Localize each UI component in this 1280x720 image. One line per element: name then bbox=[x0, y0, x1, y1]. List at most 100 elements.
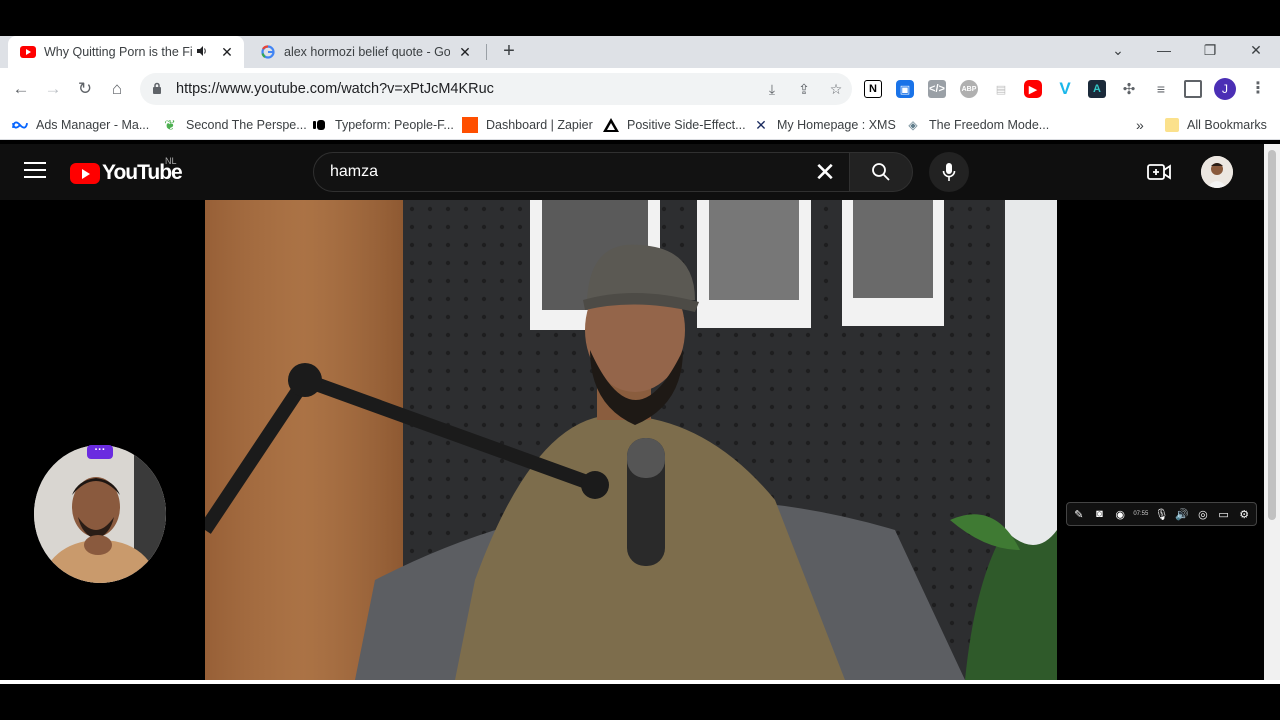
search-box[interactable]: hamza ✕ bbox=[313, 152, 850, 192]
close-tab-icon[interactable]: ✕ bbox=[218, 44, 236, 61]
account-avatar[interactable] bbox=[1201, 156, 1233, 188]
tab-youtube-video[interactable]: Why Quitting Porn is the First ✕ bbox=[8, 36, 244, 68]
search-button[interactable] bbox=[849, 152, 913, 192]
tab-google-search[interactable]: alex hormozi belief quote - Google ✕ bbox=[250, 36, 482, 68]
microphone-icon[interactable]: 🎙 bbox=[1153, 508, 1171, 521]
bookmark-xms-homepage[interactable]: ✕ My Homepage : XMS bbox=[753, 116, 896, 134]
volume-icon[interactable]: 🔊 bbox=[1173, 508, 1191, 521]
bookmarks-overflow-icon[interactable]: » bbox=[1136, 116, 1144, 134]
video-scene bbox=[205, 200, 1057, 680]
youtube-play-icon bbox=[70, 162, 100, 184]
recorder-toolbar: ✎ ◙ ◉ 07:55 🎙 🔊 ◎ ▭ ⚙ bbox=[1066, 502, 1257, 526]
create-video-icon[interactable] bbox=[1146, 160, 1172, 184]
url-text: https://www.youtube.com/watch?v=xPtJcM4K… bbox=[176, 81, 494, 97]
webcam-bubble[interactable] bbox=[34, 445, 166, 583]
home-icon[interactable]: ⌂ bbox=[105, 77, 129, 101]
bookmarks-bar: Ads Manager - Ma... ❦ Second The Perspe.… bbox=[0, 110, 1280, 140]
country-code: NL bbox=[165, 156, 177, 166]
bookmark-positive-side-effects[interactable]: Positive Side-Effect... bbox=[603, 116, 746, 134]
bookmark-label: Second The Perspe... bbox=[186, 118, 307, 132]
vimeo-extension-icon[interactable]: V bbox=[1056, 79, 1074, 98]
bookmark-label: Ads Manager - Ma... bbox=[36, 118, 150, 132]
new-tab-button[interactable]: + bbox=[498, 38, 520, 64]
youtube-logo[interactable]: YouTube NL bbox=[70, 156, 183, 185]
youtube-icon bbox=[20, 44, 36, 60]
adblock-extension-icon[interactable]: ABP bbox=[960, 80, 978, 98]
bookmark-star-icon[interactable]: ☆ bbox=[820, 81, 852, 98]
google-icon bbox=[260, 44, 276, 60]
bookmark-label: All Bookmarks bbox=[1187, 118, 1267, 132]
tab-separator bbox=[486, 44, 487, 60]
menu-kebab-icon[interactable]: ⋮ bbox=[1250, 78, 1266, 100]
close-window-icon[interactable]: ✕ bbox=[1236, 36, 1276, 64]
voice-search-button[interactable] bbox=[929, 152, 969, 192]
video-player[interactable] bbox=[0, 200, 1264, 680]
triangle-icon bbox=[603, 117, 619, 133]
install-icon[interactable]: ⤓ bbox=[756, 81, 788, 98]
diamond-icon: ◈ bbox=[908, 118, 918, 132]
forward-icon[interactable]: → bbox=[41, 77, 65, 101]
share-icon[interactable]: ⇪ bbox=[788, 81, 820, 98]
search-icon bbox=[872, 163, 890, 181]
tab-strip: Why Quitting Porn is the First ✕ alex ho… bbox=[0, 36, 1280, 68]
tab-title: alex hormozi belief quote - Google bbox=[284, 45, 450, 59]
bookmark-label: My Homepage : XMS bbox=[777, 118, 896, 132]
loom-extension-icon[interactable]: ▣ bbox=[896, 80, 914, 98]
bookmark-zapier[interactable]: Dashboard | Zapier bbox=[462, 116, 593, 134]
tab-search-icon[interactable]: ⌄ bbox=[1098, 36, 1138, 64]
youtube-masthead: YouTube NL hamza ✕ bbox=[0, 144, 1264, 200]
close-tab-icon[interactable]: ✕ bbox=[456, 44, 474, 61]
side-panel-icon[interactable] bbox=[1184, 80, 1202, 98]
settings-gear-icon[interactable]: ⚙ bbox=[1235, 508, 1253, 521]
pen-icon[interactable]: ✎ bbox=[1070, 508, 1088, 521]
profile-avatar[interactable]: J bbox=[1214, 78, 1236, 100]
bookmark-ads-manager[interactable]: Ads Manager - Ma... bbox=[12, 116, 149, 134]
typeform-icon bbox=[311, 117, 327, 133]
webcam-options-icon[interactable]: ··· bbox=[87, 445, 113, 459]
bookmark-label: Dashboard | Zapier bbox=[486, 118, 593, 132]
bookmark-freedom-model[interactable]: ◈ The Freedom Mode... bbox=[905, 116, 1049, 134]
bookmark-second-perspective[interactable]: ❦ Second The Perspe... bbox=[162, 116, 307, 134]
screen-icon[interactable]: ▭ bbox=[1215, 508, 1233, 521]
video-frame[interactable] bbox=[205, 200, 1057, 680]
browser-toolbar: ← → ↻ ⌂ https://www.youtube.com/watch?v=… bbox=[0, 68, 1280, 110]
extensions-puzzle-icon[interactable]: ✣ bbox=[1120, 80, 1138, 98]
bookmark-label: Typeform: People-F... bbox=[335, 118, 454, 132]
zapier-icon bbox=[462, 117, 478, 133]
reload-icon[interactable]: ↻ bbox=[73, 77, 97, 101]
address-bar[interactable]: https://www.youtube.com/watch?v=xPtJcM4K… bbox=[140, 73, 852, 105]
bookmark-label: The Freedom Mode... bbox=[929, 118, 1050, 132]
printer-extension-icon[interactable]: ▤ bbox=[992, 80, 1010, 98]
all-bookmarks-folder[interactable]: All Bookmarks bbox=[1165, 116, 1267, 134]
minimize-icon[interactable]: — bbox=[1144, 36, 1184, 64]
guide-menu-icon[interactable] bbox=[24, 162, 46, 180]
bottom-edge bbox=[0, 680, 1280, 684]
lock-icon bbox=[152, 82, 168, 97]
page-scrollbar[interactable] bbox=[1264, 144, 1280, 680]
webcam-feed bbox=[34, 445, 166, 583]
arc-extension-icon[interactable]: A bbox=[1088, 80, 1106, 98]
meta-icon bbox=[12, 117, 28, 133]
record-icon[interactable]: ◉ bbox=[1111, 508, 1129, 521]
webcam-icon[interactable]: ◎ bbox=[1194, 508, 1212, 521]
camera-icon[interactable]: ◙ bbox=[1091, 508, 1109, 520]
bookmark-label: Positive Side-Effect... bbox=[627, 118, 746, 132]
code-extension-icon[interactable]: </> bbox=[928, 80, 946, 98]
x-icon: ✕ bbox=[755, 116, 767, 133]
bookmark-typeform[interactable]: Typeform: People-F... bbox=[311, 116, 454, 134]
scrollbar-thumb[interactable] bbox=[1268, 150, 1276, 520]
media-control-icon[interactable]: ≡ bbox=[1152, 80, 1170, 98]
back-icon[interactable]: ← bbox=[9, 77, 33, 101]
leaf-icon: ❦ bbox=[164, 116, 176, 133]
tab-title: Why Quitting Porn is the First bbox=[44, 45, 192, 59]
search-input[interactable]: hamza bbox=[330, 163, 801, 181]
folder-icon bbox=[1165, 118, 1179, 132]
microphone-icon bbox=[942, 163, 956, 181]
youtube-extension-icon[interactable]: ▶ bbox=[1024, 80, 1042, 98]
notion-extension-icon[interactable]: N bbox=[864, 80, 882, 98]
clear-search-icon[interactable]: ✕ bbox=[801, 157, 849, 188]
screen: Why Quitting Porn is the First ✕ alex ho… bbox=[0, 0, 1280, 720]
recording-timer: 07:55 bbox=[1133, 511, 1149, 517]
restore-icon[interactable]: ❐ bbox=[1190, 36, 1230, 64]
speaker-icon[interactable] bbox=[196, 45, 212, 60]
